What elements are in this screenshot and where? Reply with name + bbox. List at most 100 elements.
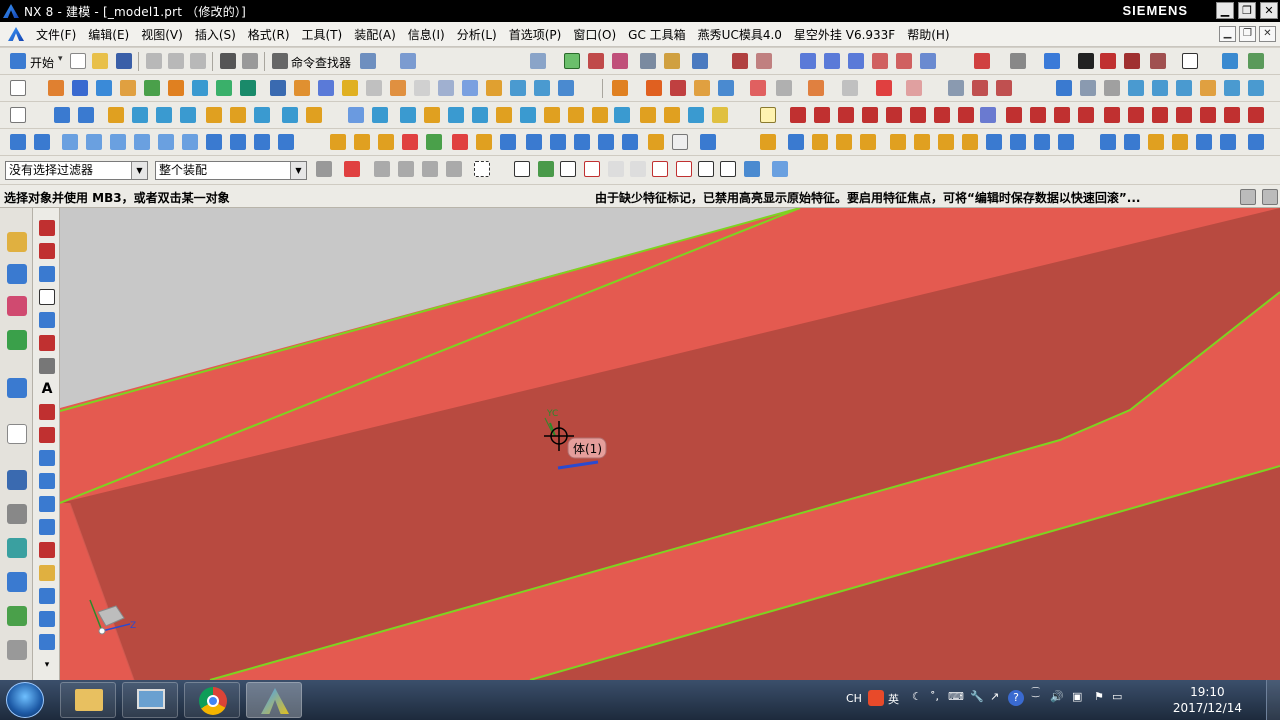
tool-icon-e[interactable]: [476, 134, 492, 150]
rectangle-icon[interactable]: [132, 107, 148, 123]
corner-icon[interactable]: [206, 107, 222, 123]
view-tool-icon-9[interactable]: [1248, 80, 1264, 96]
snap-perp-icon[interactable]: [630, 161, 646, 177]
select-edge-icon[interactable]: [446, 161, 462, 177]
tool-icon-b[interactable]: [378, 134, 394, 150]
tool-icon-j[interactable]: [598, 134, 614, 150]
action-center-icon[interactable]: ⚑: [1094, 690, 1104, 703]
model-view[interactable]: YC 体(1) Z: [60, 208, 1280, 680]
reference-icon[interactable]: [612, 53, 628, 69]
show-desktop-button[interactable]: [1266, 680, 1280, 720]
mdi-close-button[interactable]: ✕: [1259, 26, 1276, 42]
circle-icon-6[interactable]: [1224, 107, 1240, 123]
fixture-icon-10[interactable]: [614, 107, 630, 123]
explorer-taskbar-button[interactable]: [60, 682, 116, 718]
tool-icon-ag[interactable]: [1220, 134, 1236, 150]
start-button[interactable]: [6, 682, 44, 718]
copy-icon[interactable]: [168, 53, 184, 69]
tool-icon-c[interactable]: [402, 134, 418, 150]
tool-icon-m[interactable]: [672, 134, 688, 150]
split-body-icon[interactable]: [414, 80, 430, 96]
sketch-icon[interactable]: [564, 53, 580, 69]
shade-icon[interactable]: [1010, 53, 1026, 69]
ime-mode-label[interactable]: 英: [888, 691, 899, 707]
mold-tool-icon-6[interactable]: [750, 80, 766, 96]
nx-taskbar-button[interactable]: [246, 682, 302, 718]
mold-tool-icon-9[interactable]: [842, 80, 858, 96]
arc-curve-icon[interactable]: [1006, 107, 1022, 123]
new-doc-icon[interactable]: [10, 80, 26, 96]
intersect-icon[interactable]: [240, 80, 256, 96]
show-hide-icon[interactable]: [34, 134, 50, 150]
light-icon-3[interactable]: [110, 134, 126, 150]
arc-curve-icon-2[interactable]: [1030, 107, 1046, 123]
v-constraint-icon[interactable]: [39, 565, 55, 581]
fixture-icon-8[interactable]: [568, 107, 584, 123]
point-icon[interactable]: [282, 107, 298, 123]
surface-icon-4[interactable]: [872, 53, 888, 69]
menu-yanxiu-uc[interactable]: 燕秀UC模具4.0: [692, 26, 788, 43]
box-select-icon[interactable]: [474, 161, 490, 177]
tool-icon-y[interactable]: [1010, 134, 1026, 150]
minimize-button[interactable]: ▁: [1216, 2, 1234, 19]
menu-edit[interactable]: 编辑(E): [82, 26, 135, 43]
analysis-icon-3[interactable]: [996, 80, 1012, 96]
process-studio-icon[interactable]: [7, 538, 27, 558]
nav-next-icon[interactable]: [254, 134, 270, 150]
view-tool-icon-5[interactable]: [1152, 80, 1168, 96]
text-icon[interactable]: [330, 134, 346, 150]
chamfer-icon[interactable]: [294, 80, 310, 96]
v-spline-icon[interactable]: [39, 335, 55, 351]
v-convert-icon[interactable]: [39, 611, 55, 627]
snap-grid-icon[interactable]: [530, 53, 546, 69]
view-tool-icon-7[interactable]: [1200, 80, 1216, 96]
roles-icon[interactable]: [7, 606, 27, 626]
tool-icon-h[interactable]: [550, 134, 566, 150]
extra-tools-icon[interactable]: [1248, 53, 1264, 69]
move-face-icon[interactable]: [558, 80, 574, 96]
fixture-icon-5[interactable]: [496, 107, 512, 123]
snap-curve-icon[interactable]: [720, 161, 736, 177]
snap-intersect-icon[interactable]: [584, 161, 600, 177]
wrench-icon[interactable]: 🔧: [970, 690, 984, 703]
wcs-icon[interactable]: [1222, 53, 1238, 69]
new-file-icon[interactable]: [70, 53, 86, 69]
surface-icon-2[interactable]: [824, 53, 840, 69]
v-line-icon[interactable]: [39, 220, 55, 236]
menu-file[interactable]: 文件(F): [30, 26, 82, 43]
view-tool-icon-4[interactable]: [1128, 80, 1144, 96]
menu-insert[interactable]: 插入(S): [189, 26, 242, 43]
extend-curve-icon[interactable]: [254, 107, 270, 123]
snap-icon[interactable]: [372, 107, 388, 123]
mold-tool-icon-3[interactable]: [670, 80, 686, 96]
mold-tool-icon-4[interactable]: [694, 80, 710, 96]
fixture-icon-3[interactable]: [448, 107, 464, 123]
line-icon[interactable]: [790, 107, 806, 123]
datum-icon[interactable]: [588, 53, 604, 69]
menu-format[interactable]: 格式(R): [242, 26, 296, 43]
graphics-window[interactable]: YC 体(1) Z: [60, 208, 1280, 680]
light-icon-5[interactable]: [158, 134, 174, 150]
v-fillet-icon[interactable]: [39, 404, 55, 420]
fixture-icon-6[interactable]: [520, 107, 536, 123]
moon-icon[interactable]: ☾: [912, 690, 922, 703]
surface-icon-3[interactable]: [848, 53, 864, 69]
tool-icon-aa[interactable]: [1058, 134, 1074, 150]
fixture-icon-12[interactable]: [664, 107, 680, 123]
dimension-icon-1[interactable]: [54, 107, 70, 123]
menu-xingkong-plugin[interactable]: 星空外挂 V6.933F: [788, 26, 901, 43]
cube-view-icon[interactable]: [1044, 53, 1060, 69]
tool-icon-s[interactable]: [860, 134, 876, 150]
fixture-icon-1[interactable]: [400, 107, 416, 123]
sew-icon[interactable]: [486, 80, 502, 96]
tool-icon-v[interactable]: [938, 134, 954, 150]
view-tool-icon-8[interactable]: [1224, 80, 1240, 96]
view-tool-icon-3[interactable]: [1104, 80, 1120, 96]
frame-icon[interactable]: [1182, 53, 1198, 69]
surface-icon-6[interactable]: [920, 53, 936, 69]
system-scenes-icon[interactable]: [7, 640, 27, 660]
computer-taskbar-button[interactable]: [122, 682, 178, 718]
v-chamfer-icon[interactable]: [39, 427, 55, 443]
command-finder-button[interactable]: 命令查找器: [291, 54, 351, 71]
filter-reset-icon[interactable]: [316, 161, 332, 177]
